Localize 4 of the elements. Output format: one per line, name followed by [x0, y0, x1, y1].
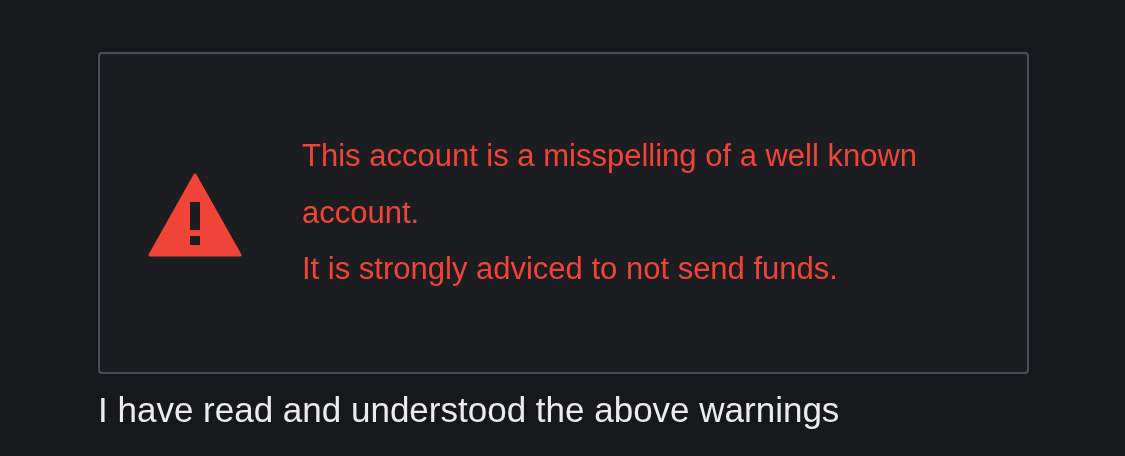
warning-icon — [148, 173, 242, 257]
warning-message: This account is a misspelling of a well known account. — [302, 137, 919, 232]
warning-message: It is strongly adviced to not send funds. — [302, 250, 839, 289]
confirmation-text: I have read and understood the above warnings — [98, 390, 841, 430]
